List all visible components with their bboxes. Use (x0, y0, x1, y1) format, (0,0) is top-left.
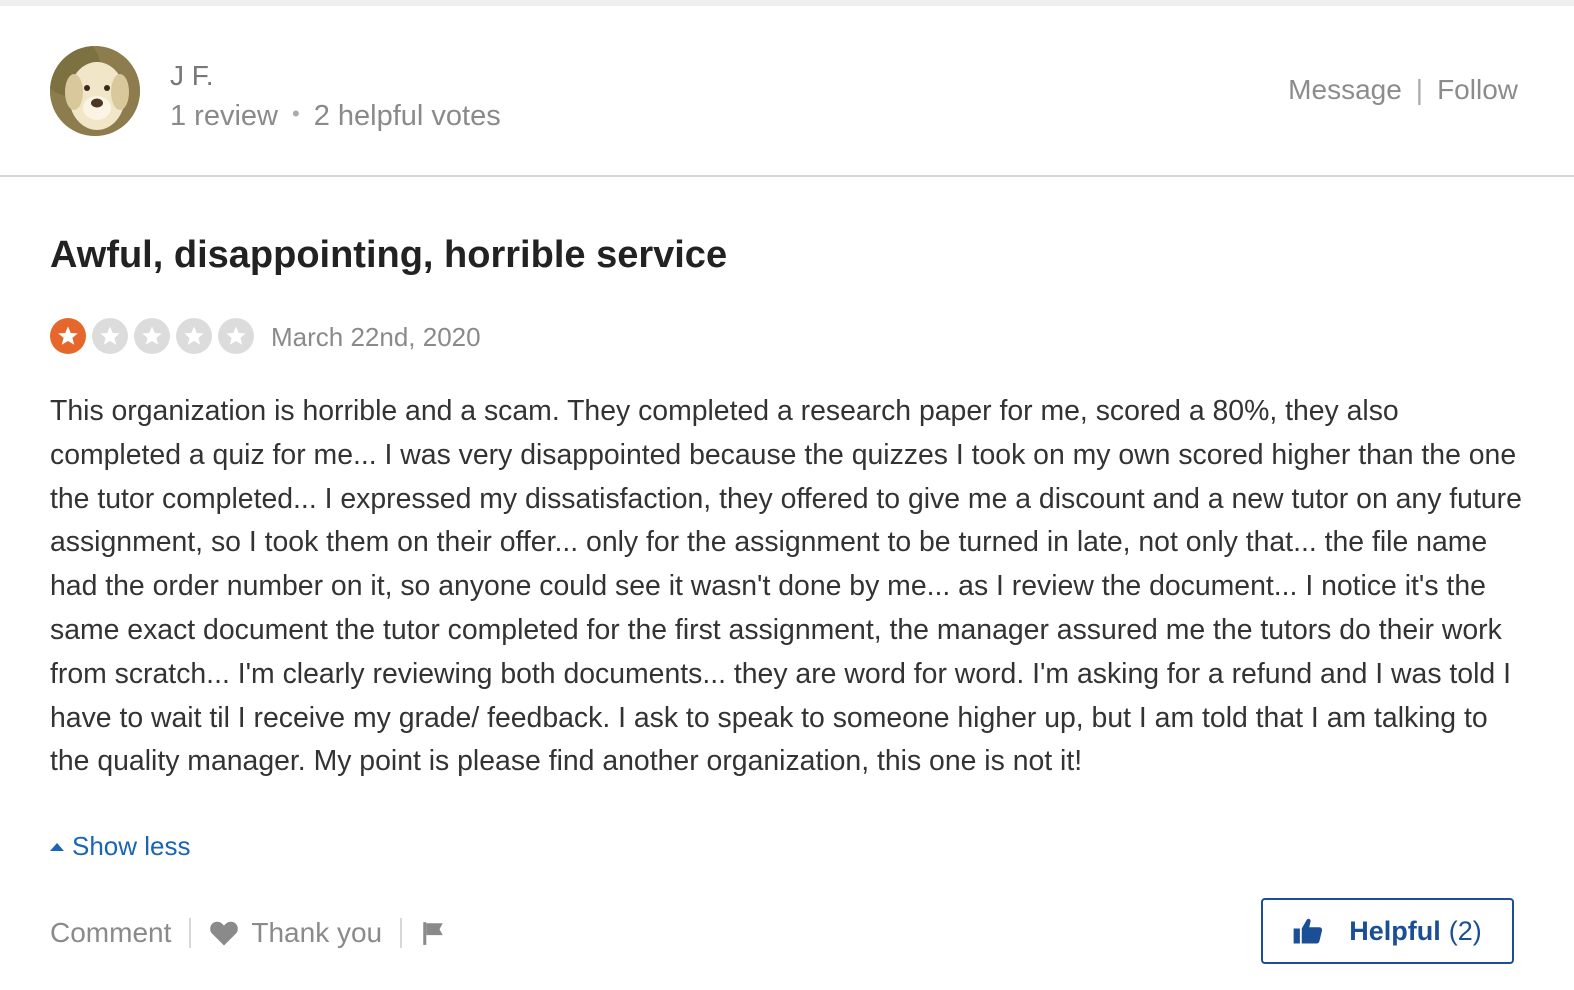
reviewer-name[interactable]: J F. (170, 60, 214, 92)
helpful-votes: 2 helpful votes (313, 100, 501, 132)
star-icon (134, 318, 170, 354)
reviewer-stats: 1 review • 2 helpful votes (170, 100, 501, 133)
follow-link[interactable]: Follow (1437, 74, 1518, 105)
action-divider (189, 918, 192, 948)
star-icon (92, 318, 128, 354)
helpful-button[interactable]: Helpful (2) (1261, 898, 1514, 964)
flag-icon (423, 922, 443, 945)
avatar[interactable] (50, 46, 140, 136)
dog-avatar-icon (50, 46, 140, 136)
section-divider (0, 175, 1574, 177)
helpful-count: (2) (1448, 915, 1482, 946)
comment-link[interactable]: Comment (50, 917, 171, 949)
review-actions: Comment Thank you (50, 913, 446, 953)
action-divider (400, 918, 403, 948)
review-date: March 22nd, 2020 (271, 322, 481, 352)
action-separator: | (1415, 74, 1424, 105)
report-flag-button[interactable] (420, 920, 446, 946)
star-icon (50, 318, 86, 354)
profile-actions: Message | Follow (1288, 74, 1518, 106)
review-body: This organization is horrible and a scam… (50, 395, 1522, 778)
reviewer-profile: J F. 1 review • 2 helpful votes Message | Fo… (0, 6, 1574, 175)
thumbs-up-icon (1293, 918, 1323, 944)
review-title: Awful, disappointing, horrible service (50, 234, 728, 276)
heart-icon (210, 921, 239, 946)
bullet-separator: • (292, 101, 300, 126)
message-link[interactable]: Message (1288, 74, 1402, 105)
helpful-label: Helpful (1349, 915, 1441, 946)
star-icon (176, 318, 212, 354)
show-less-link[interactable]: Show less (50, 831, 191, 862)
show-less-label: Show less (72, 831, 191, 861)
thank-you-label: Thank you (251, 917, 383, 948)
caret-up-icon (50, 842, 64, 851)
star-icon (218, 318, 254, 354)
review-count: 1 review (170, 100, 278, 132)
star-rating (50, 318, 260, 354)
thank-you-button[interactable]: Thank you (209, 917, 382, 949)
